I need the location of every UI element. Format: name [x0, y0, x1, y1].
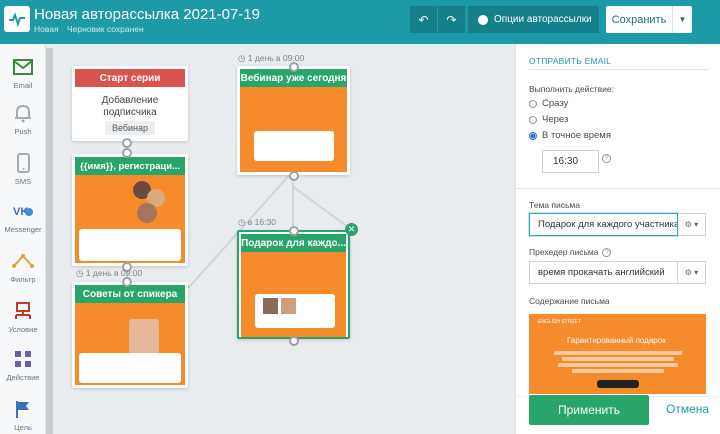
node-timing: ◷ в 16:30	[238, 217, 276, 227]
email-thumbnail	[240, 87, 347, 172]
condition-icon	[12, 300, 34, 322]
email-node-registration[interactable]: {{имя}}, регистраци...	[72, 154, 188, 266]
radio-circle	[529, 99, 537, 108]
cancel-link[interactable]: Отмена	[666, 402, 709, 416]
gear-icon	[478, 14, 488, 25]
personalize-icon: ⚙ ▾	[684, 220, 699, 229]
connector-dot[interactable]	[122, 138, 132, 148]
email-content-preview[interactable]: ENGLISH STREET Гарантированный подарок	[529, 314, 706, 394]
clock-icon: ◷	[238, 217, 246, 227]
personalize-button[interactable]: ⚙ ▾	[678, 261, 706, 284]
divider	[516, 188, 720, 189]
email-thumbnail	[75, 175, 185, 263]
top-bar: Новая авторассылка 2021-07-19 Новая Черн…	[0, 0, 720, 44]
sidebar-item-goal[interactable]: Цель	[0, 398, 46, 432]
email-thumbnail	[241, 252, 346, 337]
sms-phone-icon	[12, 152, 34, 174]
status-draft: Черновик сохранен	[67, 24, 144, 34]
radio-after[interactable]: Через	[529, 114, 568, 125]
connector-dot[interactable]	[289, 226, 299, 236]
speaker-photo-icon	[137, 203, 157, 223]
action-icon	[12, 348, 34, 370]
settings-panel: ОТПРАВИТЬ EMAIL Выполнить действие: Сраз…	[515, 44, 720, 434]
sidebar-item-condition[interactable]: Условие	[0, 300, 46, 334]
start-node[interactable]: Старт серии Добавление подписчика Вебина…	[72, 66, 188, 141]
email-node-header: Советы от спикера	[75, 285, 185, 303]
subject-label: Тема письма	[529, 200, 580, 210]
personalize-icon: ⚙ ▾	[684, 268, 699, 277]
campaign-options-button[interactable]: Опции авторассылки	[468, 6, 599, 33]
help-icon[interactable]: ?	[602, 154, 611, 163]
start-node-line2: подписчика	[103, 107, 157, 118]
preheader-label: Прехедер письма	[529, 247, 599, 257]
subject-input[interactable]: Подарок для каждого участника	[529, 213, 678, 236]
radio-exact-time[interactable]: В точное время	[529, 130, 611, 141]
apply-button[interactable]: Применить	[529, 395, 649, 425]
email-node-header: {{имя}}, регистраци...	[75, 157, 185, 175]
preheader-label-row: Прехедер письма ?	[529, 247, 612, 257]
workflow-canvas[interactable]: Старт серии Добавление подписчика Вебина…	[53, 44, 515, 434]
preview-logo: ENGLISH STREET	[538, 319, 582, 325]
email-node-gift[interactable]: Подарок для каждо...	[237, 230, 350, 339]
speaker-photo-icon	[263, 298, 278, 314]
status-new: Новая	[34, 24, 59, 34]
start-node-tag: Вебинар	[105, 121, 155, 135]
personalize-button[interactable]: ⚙ ▾	[678, 213, 706, 236]
radio-immediately[interactable]: Сразу	[529, 98, 568, 109]
radio-circle	[529, 115, 537, 124]
time-input[interactable]: 16:30	[542, 150, 599, 173]
sidebar-scrollbar[interactable]	[46, 48, 53, 434]
sidebar-item-messenger[interactable]: VK Messenger	[0, 200, 46, 234]
status-line: Новая Черновик сохранен	[34, 24, 150, 34]
filter-icon	[12, 250, 34, 272]
preview-cta	[597, 380, 639, 388]
speaker-photo-icon	[281, 298, 296, 314]
email-node-header: Подарок для каждо...	[241, 234, 346, 252]
connector-dot[interactable]	[122, 277, 132, 287]
node-timing: ◷ 1 день в 09:00	[76, 268, 143, 278]
email-node-tips[interactable]: Советы от спикера	[72, 282, 188, 388]
sidebar-item-email[interactable]: Email	[0, 56, 46, 90]
save-button[interactable]: Сохранить	[606, 6, 672, 33]
action-label: Выполнить действие:	[529, 84, 614, 94]
email-thumbnail	[75, 303, 185, 385]
email-icon	[12, 56, 34, 78]
redo-icon: ↷	[446, 12, 457, 27]
undo-icon: ↶	[418, 12, 429, 27]
content-label: Содержание письма	[529, 296, 610, 306]
chevron-down-icon: ▼	[678, 15, 687, 24]
help-icon[interactable]: ?	[602, 247, 612, 257]
speaker-photo-icon	[129, 319, 159, 355]
sidebar-item-push[interactable]: Push	[0, 102, 46, 136]
undo-button[interactable]: ↶	[410, 6, 437, 33]
panel-title: ОТПРАВИТЬ EMAIL	[529, 56, 612, 66]
push-bell-icon	[12, 102, 34, 124]
connector-dot[interactable]	[289, 336, 299, 346]
clock-icon: ◷	[238, 53, 246, 63]
close-icon[interactable]: ✕	[345, 223, 358, 236]
goal-flag-icon	[12, 398, 34, 420]
app-logo-icon[interactable]	[4, 6, 30, 32]
connector-dot[interactable]	[122, 148, 132, 158]
preheader-input[interactable]: время прокачать английский	[529, 261, 678, 284]
connector-dot[interactable]	[289, 171, 299, 181]
start-node-header: Старт серии	[75, 69, 185, 87]
preview-title: Гарантированный подарок	[567, 336, 666, 345]
sidebar-item-filter[interactable]: Фильтр	[0, 250, 46, 284]
start-node-line1: Добавление	[101, 95, 159, 106]
save-dropdown-button[interactable]: ▼	[672, 6, 692, 33]
clock-icon: ◷	[76, 268, 84, 278]
email-node-webinar[interactable]: Вебинар уже сегодня	[237, 66, 350, 175]
preview-body-text	[554, 350, 682, 375]
divider	[529, 69, 709, 70]
connector-dot[interactable]	[289, 62, 299, 72]
blocks-sidebar: Email Push SMS VK Messenger Фильтр Услов…	[0, 44, 46, 434]
radio-circle	[529, 131, 537, 140]
sidebar-item-action[interactable]: Действие	[0, 348, 46, 382]
sidebar-item-sms[interactable]: SMS	[0, 152, 46, 186]
messenger-icon: VK	[12, 200, 34, 222]
redo-button[interactable]: ↷	[438, 6, 465, 33]
page-title: Новая авторассылка 2021-07-19	[34, 6, 260, 23]
